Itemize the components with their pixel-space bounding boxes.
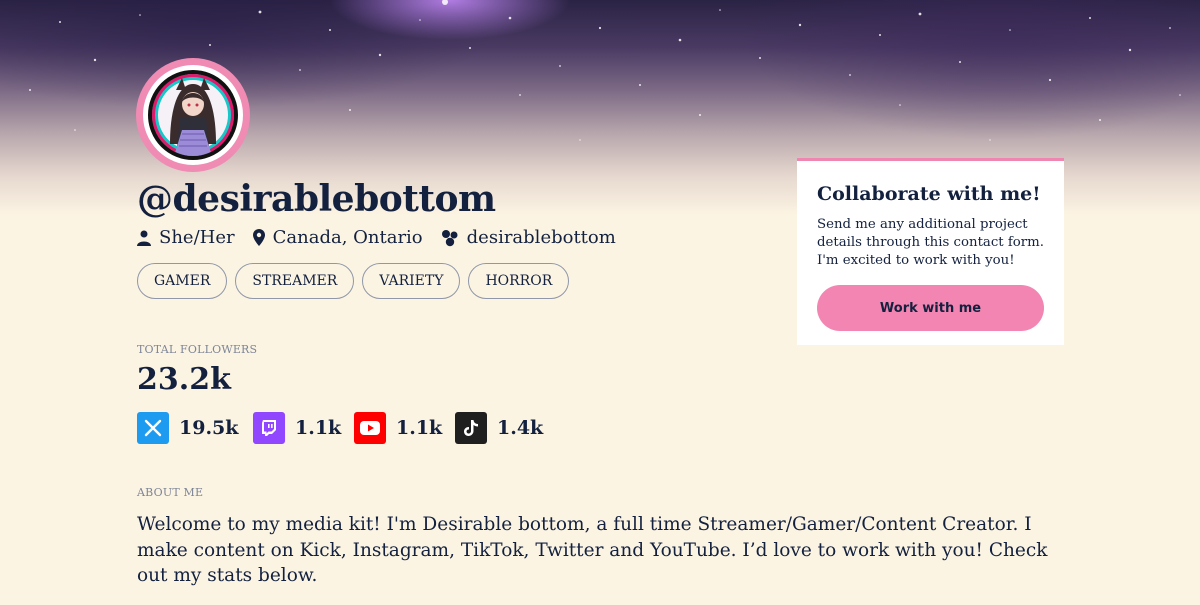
community: desirablebottom xyxy=(441,227,616,248)
tag-streamer[interactable]: STREAMER xyxy=(235,263,355,299)
total-followers-value: 23.2k xyxy=(137,362,231,397)
collaborate-description: Send me any additional project details t… xyxy=(817,217,1044,268)
work-with-me-button[interactable]: Work with me xyxy=(817,285,1044,331)
x-icon xyxy=(137,412,169,444)
platform-stats: 19.5k 1.1k 1.1k 1.4k xyxy=(137,412,555,444)
tiktok-follower-count: 1.4k xyxy=(497,417,544,439)
community-text: desirablebottom xyxy=(466,227,616,248)
tag-variety[interactable]: VARIETY xyxy=(362,263,461,299)
youtube-follower-count: 1.1k xyxy=(396,417,443,439)
pronouns: She/Her xyxy=(137,227,235,248)
twitch-icon xyxy=(253,412,285,444)
youtube-icon xyxy=(354,412,386,444)
collaborate-title: Collaborate with me! xyxy=(817,183,1041,205)
about-label: ABOUT ME xyxy=(137,486,204,499)
platform-youtube[interactable]: 1.1k xyxy=(354,412,455,444)
profile-handle: @desirablebottom xyxy=(137,178,496,220)
location-pin-icon xyxy=(252,229,265,246)
location-text: Canada, Ontario xyxy=(272,227,423,248)
avatar xyxy=(136,58,250,172)
total-followers-label: TOTAL FOLLOWERS xyxy=(137,343,258,356)
community-icon xyxy=(441,229,458,246)
platform-x[interactable]: 19.5k xyxy=(137,412,253,444)
twitch-follower-count: 1.1k xyxy=(295,417,342,439)
x-follower-count: 19.5k xyxy=(179,417,239,439)
pronouns-text: She/Her xyxy=(159,227,235,248)
tag-list: GAMER STREAMER VARIETY HORROR xyxy=(137,263,570,299)
avatar-illustration xyxy=(170,78,216,156)
tag-gamer[interactable]: GAMER xyxy=(137,263,228,299)
tag-horror[interactable]: HORROR xyxy=(468,263,570,299)
person-icon xyxy=(137,230,151,246)
platform-tiktok[interactable]: 1.4k xyxy=(455,412,555,444)
about-text: Welcome to my media kit! I'm Desirable b… xyxy=(137,514,1048,586)
collaborate-card: Collaborate with me! Send me any additio… xyxy=(797,158,1064,345)
profile-meta: She/Her Canada, Ontario desirablebottom xyxy=(137,227,616,248)
location: Canada, Ontario xyxy=(252,227,423,248)
tiktok-icon xyxy=(455,412,487,444)
platform-twitch[interactable]: 1.1k xyxy=(253,412,354,444)
